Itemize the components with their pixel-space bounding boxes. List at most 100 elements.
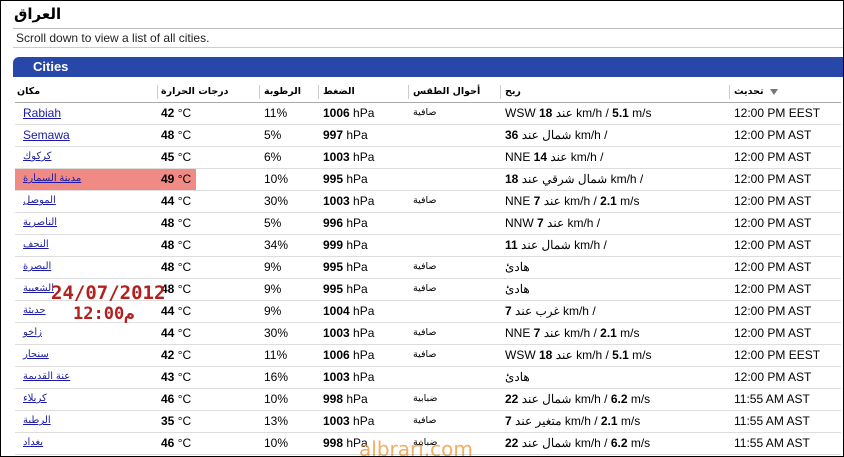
pressure-cell: 997 hPa [323, 128, 368, 142]
conditions-cell: صافية [413, 195, 437, 206]
watermark: albrari.com [359, 437, 473, 457]
column-header-updated[interactable]: تحديث [734, 86, 778, 97]
city-link[interactable]: الموصل [23, 195, 56, 206]
table-row: سنجار 42 °C 11% 1006 hPa صافية WSW 18 عند km/… [15, 345, 841, 367]
updated-cell: 11:55 AM AST [734, 436, 810, 450]
wind-direction: NNE [505, 194, 534, 208]
temperature-cell: 49 °C [161, 172, 191, 186]
pressure-unit: hPa [349, 348, 375, 362]
pressure-value: 1003 [323, 370, 350, 384]
city-link[interactable]: زاخو [23, 327, 42, 338]
pressure-value: 1006 [323, 348, 350, 362]
wind-speed: 18 [539, 106, 553, 120]
conditions-cell: صافية [413, 349, 437, 360]
pressure-value: 1003 [323, 414, 350, 428]
city-link[interactable]: بغداد [23, 437, 43, 448]
wind-cell: 22 شمال عند km/h / 6.2 m/s [505, 392, 650, 406]
wind-text: عند km/h / [540, 326, 601, 340]
column-header-pressure[interactable]: الضغط [323, 86, 355, 97]
wind-text: شمال شرقي عند km/h / [518, 172, 644, 186]
city-link[interactable]: الرطبة [23, 415, 51, 426]
column-header-temperature[interactable]: درجات الحرارة [161, 86, 229, 97]
updated-cell: 12:00 PM AST [734, 128, 812, 142]
conditions-cell: صافية [413, 261, 437, 272]
conditions-cell: صافية [413, 415, 437, 426]
city-link[interactable]: Semawa [23, 128, 70, 142]
wind-cell: WSW 18 عند km/h / 5.1 m/s [505, 106, 652, 120]
table-row: حديثة 44 °C 9% 1004 hPa 7 غرب عند km/h / 12:0… [15, 301, 841, 323]
humidity-cell: 30% [264, 326, 289, 340]
pressure-unit: hPa [343, 282, 368, 296]
city-link[interactable]: النجف [23, 239, 49, 250]
humidity-cell: 11% [264, 106, 288, 120]
wind-cell: NNW 7 عند km/h / [505, 216, 600, 230]
pressure-value: 995 [323, 260, 344, 274]
wind-cell: WSW 18 عند km/h / 5.1 m/s [505, 348, 652, 362]
wind-speed-ms: 5.1 [612, 106, 629, 120]
temperature-unit: °C [174, 216, 192, 230]
pressure-unit: hPa [343, 260, 368, 274]
humidity-cell: 10% [264, 436, 289, 450]
pressure-unit: hPa [349, 304, 375, 318]
table-row: كربلاء 46 °C 10% 998 hPa ضبابية 22 شمال عند k… [15, 389, 841, 411]
pressure-value: 995 [323, 172, 344, 186]
wind-cell: هادئ [505, 282, 530, 296]
wind-direction: NNE [505, 150, 534, 164]
temperature-cell: 48 °C [161, 238, 191, 252]
wind-speed-ms: 2.1 [600, 326, 617, 340]
divider [13, 47, 843, 48]
city-link[interactable]: كربلاء [23, 393, 47, 404]
temperature-unit: °C [174, 172, 192, 186]
table-row: النجف 48 °C 34% 999 hPa 11 شمال عند km/h / 12… [15, 235, 841, 257]
temperature-value: 35 [161, 414, 175, 428]
temperature-cell: 48 °C [161, 282, 191, 296]
pressure-cell: 1003 hPa [323, 414, 374, 428]
pressure-unit: hPa [343, 238, 368, 252]
column-header-updated-label: تحديث [734, 86, 764, 97]
wind-speed-ms: 6.2 [610, 392, 628, 406]
temperature-value: 46 [161, 392, 175, 406]
temperature-value: 48 [161, 216, 175, 230]
column-separator [259, 85, 260, 99]
pressure-cell: 998 hPa [323, 392, 368, 406]
city-link[interactable]: البصرة [23, 261, 51, 272]
temperature-cell: 46 °C [161, 436, 191, 450]
city-link[interactable]: حديثة [23, 305, 46, 316]
temperature-value: 48 [161, 260, 175, 274]
temperature-cell: 45 °C [161, 150, 191, 164]
pressure-value: 999 [323, 238, 344, 252]
temperature-cell: 43 °C [161, 370, 191, 384]
table-row: الرطبة 35 °C 13% 1003 hPa صافية 7 متغير عند k… [15, 411, 841, 433]
conditions-cell: صافية [413, 283, 437, 294]
overlay-date: 24/07/2012 [51, 282, 166, 304]
sort-down-icon [769, 88, 778, 95]
wind-text: شمال عند km/h / [517, 238, 607, 252]
temperature-cell: 48 °C [161, 260, 191, 274]
updated-cell: 12:00 PM AST [734, 216, 812, 230]
wind-speed: 14 [533, 150, 548, 164]
city-link[interactable]: Rabiah [23, 106, 61, 120]
updated-cell: 12:00 PM AST [734, 172, 812, 186]
column-separator [157, 85, 158, 99]
city-link[interactable]: عنة القديمة [23, 371, 70, 382]
wind-cell: NNE 14 عند km/h / [505, 150, 603, 164]
city-link[interactable]: الناصرية [23, 217, 57, 228]
column-header-humidity[interactable]: الرطوبة [264, 86, 301, 97]
temperature-unit: °C [174, 436, 192, 450]
temperature-value: 48 [161, 238, 175, 252]
updated-cell: 12:00 PM AST [734, 282, 812, 296]
city-link[interactable]: مدينة السمارة [23, 173, 81, 184]
city-link[interactable]: سنجار [23, 349, 49, 360]
wind-unit: m/s [627, 392, 651, 406]
column-header-city[interactable]: مكان [17, 86, 40, 97]
city-link[interactable]: الشعيبة [23, 283, 54, 294]
city-link[interactable]: كركوك [23, 151, 51, 162]
temperature-unit: °C [174, 128, 192, 142]
wind-direction: WSW [505, 348, 539, 362]
updated-cell: 12:00 PM AST [734, 260, 812, 274]
wind-cell: NNE 7 عند km/h / 2.1 m/s [505, 194, 640, 208]
column-header-wind[interactable]: ريح [505, 86, 521, 97]
pressure-value: 1006 [323, 106, 350, 120]
column-header-conditions[interactable]: أحوال الطقس [413, 86, 480, 97]
temperature-unit: °C [174, 414, 192, 428]
